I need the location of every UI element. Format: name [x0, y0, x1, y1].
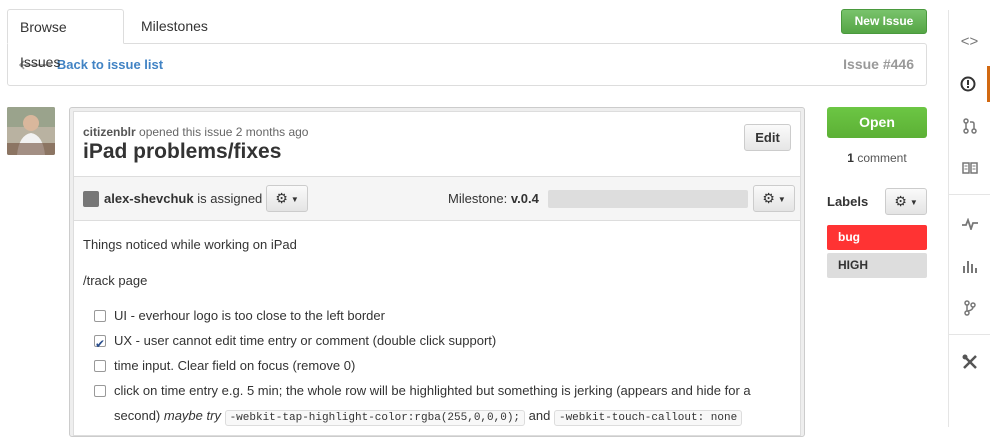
new-issue-button[interactable]: New Issue	[841, 9, 927, 34]
milestone-progress-bar	[548, 190, 748, 208]
rail-divider	[949, 334, 990, 335]
assignee-name-link[interactable]: alex-shevchuk	[104, 191, 194, 206]
repo-nav-rail: <>	[948, 10, 990, 427]
task-text: click on time entry e.g. 5 min; the whol…	[114, 383, 751, 398]
caret-down-icon: ▼	[290, 194, 299, 204]
back-link-label: Back to issue list	[56, 57, 164, 72]
issue-status-badge: Open	[827, 107, 927, 138]
labels-gear-button[interactable]: ⚙ ▼	[885, 188, 927, 215]
comment-count: 1 comment	[827, 151, 927, 165]
issues-icon[interactable]	[949, 66, 990, 102]
task-text-part: second)	[114, 408, 161, 423]
body-paragraph: Things noticed while working on iPad	[83, 237, 297, 252]
tab-browse-issues[interactable]: Browse Issues	[7, 9, 124, 70]
issue-opened-line: citizenblr opened this issue 2 months ag…	[83, 125, 308, 139]
opened-text: opened this issue 2 months ago	[139, 125, 309, 139]
milestone-label: Milestone:	[448, 191, 508, 206]
issue-title: iPad problems/fixes	[83, 140, 282, 163]
comment-count-word: comment	[857, 151, 907, 165]
inline-code: -webkit-touch-callout: none	[553, 410, 743, 426]
assignee-info: alex-shevchuk is assigned	[104, 191, 262, 206]
task-text: second) maybe try -webkit-tap-highlight-…	[114, 404, 743, 430]
assignee-gear-button[interactable]: ⚙ ▼	[266, 185, 308, 212]
caret-down-icon: ▼	[909, 197, 918, 207]
milestone-value-link[interactable]: v.0.4	[511, 191, 539, 206]
pull-request-icon[interactable]	[949, 108, 990, 144]
milestone-info: Milestone: v.0.4	[448, 191, 539, 206]
task-text-emphasis: maybe try	[163, 408, 221, 423]
tab-milestones[interactable]: Milestones	[129, 9, 220, 44]
assignee-avatar	[83, 191, 99, 207]
assigned-text: is assigned	[197, 191, 263, 206]
body-paragraph: /track page	[83, 273, 148, 288]
issue-author-link[interactable]: citizenblr	[83, 125, 136, 139]
task-text: UI - everhour logo is too close to the l…	[114, 308, 385, 323]
author-avatar[interactable]	[7, 107, 55, 155]
gear-icon: ⚙	[275, 190, 288, 206]
task-text-part: and	[528, 408, 551, 423]
label-high[interactable]: HIGH	[827, 253, 927, 278]
pulse-icon[interactable]	[949, 206, 990, 242]
task-text: time input. Clear field on focus (remove…	[114, 358, 356, 373]
task-checkbox[interactable]	[94, 385, 106, 397]
edit-button[interactable]: Edit	[744, 124, 791, 151]
graphs-icon[interactable]	[949, 248, 990, 284]
rail-divider	[949, 194, 990, 195]
gear-icon: ⚙	[762, 190, 775, 206]
issue-meta-bar: alex-shevchuk is assigned ⚙ ▼ Milestone: …	[74, 176, 800, 221]
inline-code: -webkit-tap-highlight-color:rgba(255,0,0…	[224, 410, 526, 426]
issue-tabs: Browse Issues Milestones	[7, 9, 927, 70]
task-checkbox[interactable]	[94, 332, 106, 356]
task-checkbox[interactable]	[94, 310, 106, 322]
settings-icon[interactable]	[949, 344, 990, 380]
avatar-image	[7, 107, 55, 155]
task-checkbox[interactable]	[94, 360, 106, 372]
network-icon[interactable]	[949, 290, 990, 326]
comment-count-number: 1	[847, 151, 854, 165]
issue-discussion-bubble: citizenblr opened this issue 2 months ag…	[69, 107, 805, 437]
issue-content: citizenblr opened this issue 2 months ag…	[73, 111, 801, 436]
caret-down-icon: ▼	[777, 194, 786, 204]
labels-title: Labels	[827, 194, 869, 209]
code-icon[interactable]: <>	[949, 24, 990, 60]
issue-number: Issue #446	[843, 56, 914, 72]
wiki-icon[interactable]	[949, 150, 990, 186]
gear-icon: ⚙	[894, 193, 907, 209]
label-bug[interactable]: bug	[827, 225, 927, 250]
task-text: UX - user cannot edit time entry or comm…	[114, 333, 497, 348]
milestone-gear-button[interactable]: ⚙ ▼	[753, 185, 795, 212]
issue-header: 🡐Back to issue list Issue #446	[7, 43, 927, 86]
